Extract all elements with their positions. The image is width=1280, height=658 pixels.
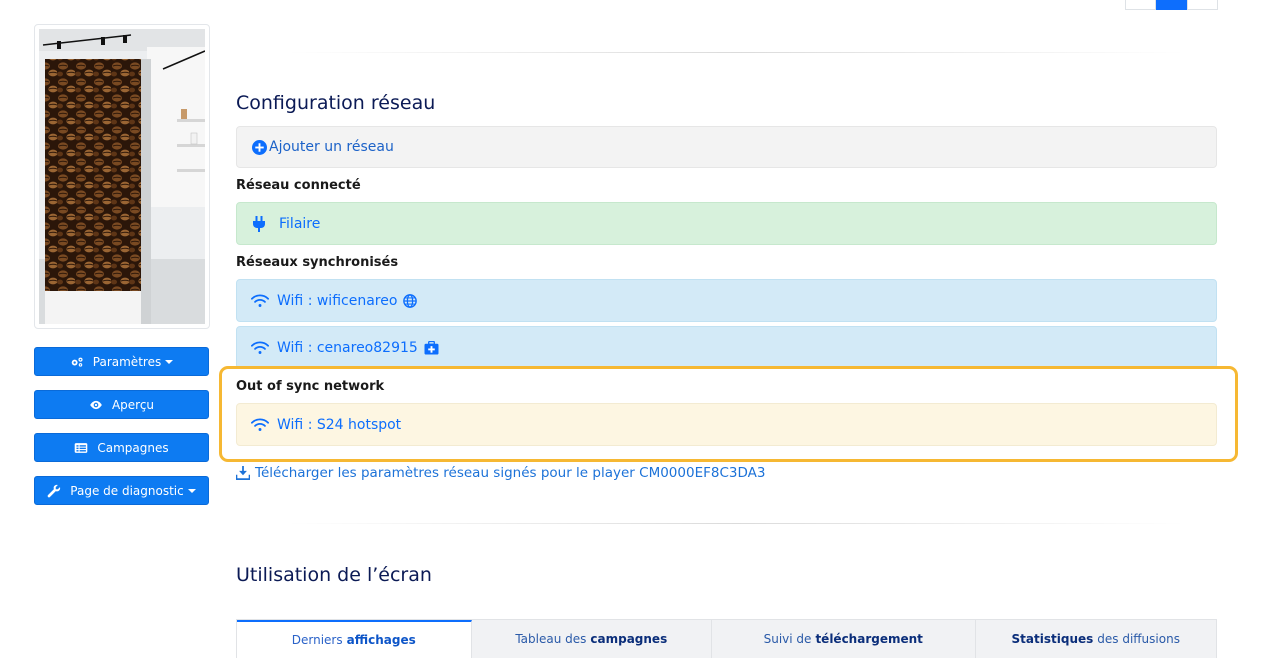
pagination-current[interactable] xyxy=(1156,0,1187,10)
screen-preview-image xyxy=(34,24,210,329)
synced-network-name: Wifi : cenareo82915 xyxy=(277,339,418,356)
wifi-icon xyxy=(251,293,269,307)
tab-text: des diffusions xyxy=(1097,632,1180,646)
campagnes-label: Campagnes xyxy=(97,440,169,455)
diagnostic-button[interactable]: Page de diagnostic xyxy=(34,476,209,505)
plug-icon xyxy=(253,215,265,232)
tab-text: Derniers xyxy=(291,633,343,647)
plus-circle-icon xyxy=(252,139,267,155)
pagination-prev[interactable] xyxy=(1125,0,1156,10)
divider xyxy=(286,523,1186,524)
tab-statistiques-diffusions[interactable]: Statistiques des diffusions xyxy=(976,620,1217,658)
list-icon xyxy=(75,442,88,453)
globe-icon xyxy=(403,293,418,308)
pagination xyxy=(1125,0,1218,10)
download-network-settings-link[interactable]: Télécharger les paramètres réseau signés… xyxy=(236,465,765,481)
wifi-icon xyxy=(251,340,269,354)
tab-derniers-affichages[interactable]: Derniers affichages xyxy=(237,620,472,658)
chevron-down-icon xyxy=(165,359,174,364)
wifi-icon xyxy=(251,417,269,431)
tab-text-bold: Statistiques xyxy=(1011,632,1094,646)
connected-network-label: Réseau connecté xyxy=(236,178,361,193)
apercu-button[interactable]: Aperçu xyxy=(34,390,209,419)
add-network-label: Ajouter un réseau xyxy=(269,139,394,155)
campagnes-button[interactable]: Campagnes xyxy=(34,433,209,462)
usage-tabs: Derniers affichages Tableau des campagne… xyxy=(236,619,1217,658)
medkit-icon xyxy=(424,340,439,355)
tab-text-bold: affichages xyxy=(346,633,416,647)
out-of-sync-label: Out of sync network xyxy=(236,379,385,394)
divider xyxy=(286,52,1186,53)
parametres-button[interactable]: Paramètres xyxy=(34,347,209,376)
synced-networks-label: Réseaux synchronisés xyxy=(236,255,399,270)
out-of-sync-network-item[interactable]: Wifi : S24 hotspot xyxy=(236,403,1217,446)
network-config-title: Configuration réseau xyxy=(236,92,436,114)
tab-tableau-campagnes[interactable]: Tableau des campagnes xyxy=(472,620,713,658)
tab-suivi-telechargement[interactable]: Suivi de téléchargement xyxy=(712,620,976,658)
pagination-next[interactable] xyxy=(1187,0,1218,10)
tab-text-bold: campagnes xyxy=(590,632,668,646)
screen-usage-title: Utilisation de l’écran xyxy=(236,564,432,586)
wrench-icon xyxy=(47,484,61,497)
synced-network-name: Wifi : wificenareo xyxy=(277,292,398,309)
out-of-sync-network-name: Wifi : S24 hotspot xyxy=(277,416,402,433)
chevron-down-icon xyxy=(187,488,196,493)
download-link-label: Télécharger les paramètres réseau signés… xyxy=(255,465,766,481)
synced-network-item[interactable]: Wifi : cenareo82915 xyxy=(236,326,1217,369)
gears-icon xyxy=(71,357,83,367)
add-network-button[interactable]: Ajouter un réseau xyxy=(236,126,1217,168)
connected-network-item[interactable]: Filaire xyxy=(236,202,1217,245)
tab-text-bold: téléchargement xyxy=(815,632,923,646)
download-icon xyxy=(236,466,250,480)
tab-text: Tableau des xyxy=(515,632,587,646)
eye-icon xyxy=(90,400,102,409)
tab-text: Suivi de xyxy=(763,632,812,646)
parametres-label: Paramètres xyxy=(92,354,162,369)
diagnostic-label: Page de diagnostic xyxy=(70,483,184,498)
synced-network-item[interactable]: Wifi : wificenareo xyxy=(236,279,1217,322)
coffee-display-illustration xyxy=(39,29,205,324)
connected-network-name: Filaire xyxy=(279,215,321,232)
apercu-label: Aperçu xyxy=(111,397,155,412)
